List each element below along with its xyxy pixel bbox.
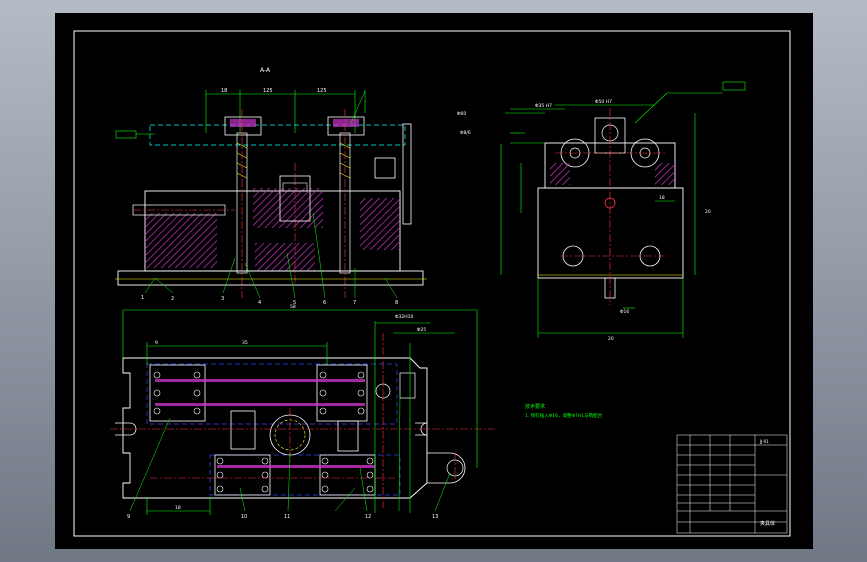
dim-125-b: 125 [317,88,327,94]
balloon-13: 13 [432,514,438,520]
balloon-10: 10 [241,514,247,520]
tech-notes-title: 技术要求 [525,403,545,410]
title-block-name: 夹具体 [760,520,775,527]
balloon-7: 7 [353,300,356,306]
balloon-11: 11 [284,514,290,520]
title-block [676,434,788,534]
dim-125-a: 125 [263,88,273,94]
dim-plan-left: 9 [155,340,158,346]
balloon-6: 6 [323,300,326,306]
dim-side-w3: Φ60 [457,111,466,117]
title-block-number: JJ-01 [759,439,769,444]
dim-side-slot: Φ16 [620,309,629,315]
balloon-1: 1 [141,295,144,301]
balloon-8: 8 [395,300,398,306]
dim-side-w5: Φ8/6 [460,130,471,136]
front-section-view: A-A 18 125 125 1 2 3 4 5 6 7 8 [115,67,427,306]
tech-notes-line1: 1. 销钉插入Φ16，调整Φ7H1与销配合 [525,412,603,419]
dim-side-w1: Φ35 H7 [535,103,552,109]
dim-plan-overall: 58 [290,304,296,310]
dim-side-w4: 20 [608,336,614,342]
side-view: Φ35 H7 Φ50 H7 Φ60 20 Φ8/6 Φ16 20 18 [457,81,746,342]
drawing-sheet: A-A 18 125 125 1 2 3 4 5 6 7 8 Φ35 H7 Φ5… [55,13,813,549]
balloon-2: 2 [171,296,174,302]
view-label: A-A [260,67,271,74]
cad-drawing: A-A 18 125 125 1 2 3 4 5 6 7 8 Φ35 H7 Φ5… [73,30,791,537]
balloon-3: 3 [221,296,224,302]
dim-plan-bottom: 18 [175,505,181,511]
outer-frame [73,30,791,537]
dim-18: 18 [221,88,227,94]
balloon-4: 4 [258,300,261,306]
dim-side-h3: 18 [659,195,665,201]
balloon-12: 12 [365,514,371,520]
plan-view: 58 9 35 Φ32H10 Φ25 18 9 10 11 12 13 [110,304,495,520]
balloon-9: 9 [127,514,130,520]
dim-plan-span: 35 [242,340,248,346]
dim-plan-right1: Φ32H10 [395,314,414,320]
dim-side-h2: 20 [705,209,711,215]
dim-plan-right2: Φ25 [417,327,426,333]
technical-requirements: 技术要求 1. 销钉插入Φ16，调整Φ7H1与销配合 [525,403,603,419]
dim-side-w2: Φ50 H7 [595,99,612,105]
